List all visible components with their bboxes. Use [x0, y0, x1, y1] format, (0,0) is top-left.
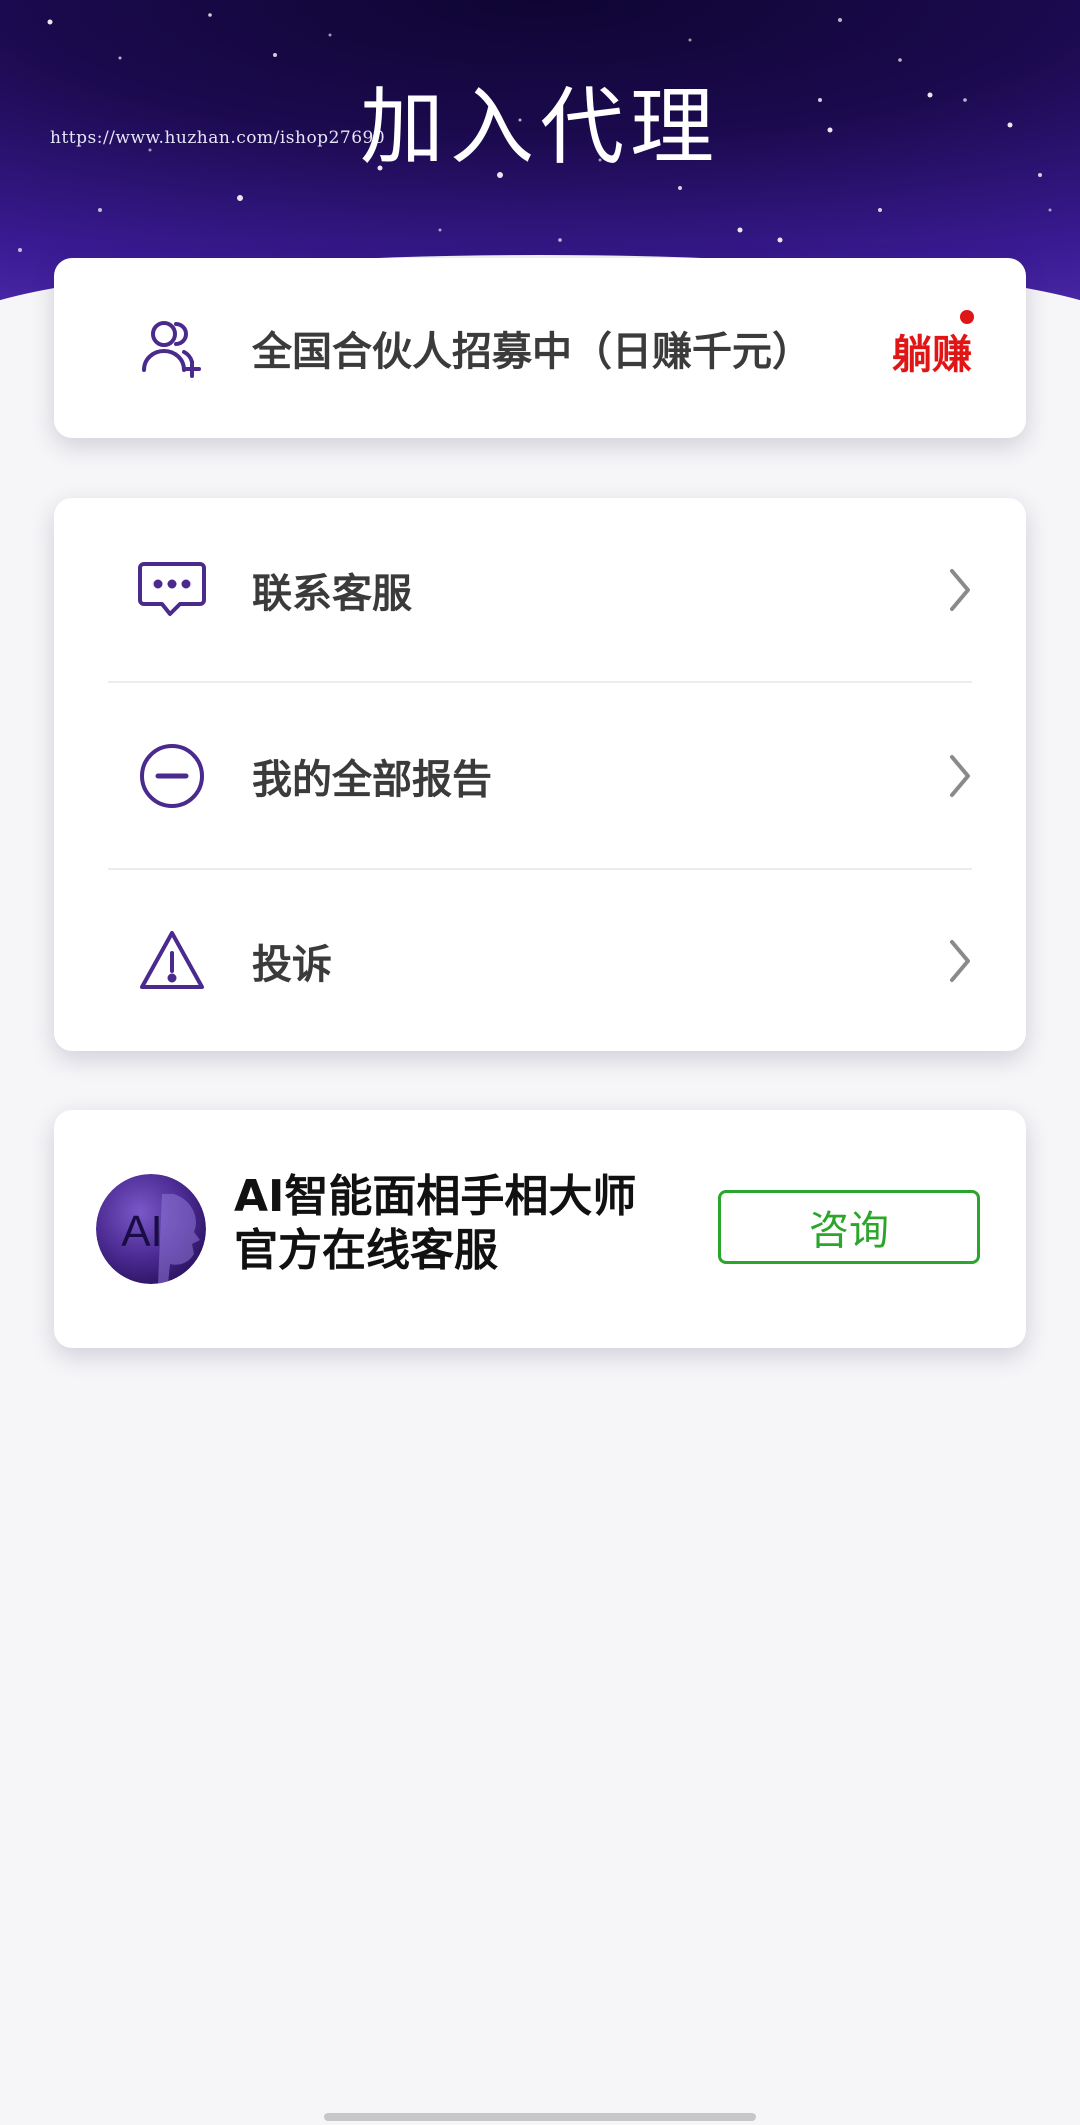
home-indicator[interactable] — [324, 2113, 756, 2121]
service-title-line1: AI智能面相手相大师 — [234, 1171, 637, 1222]
chevron-right-icon — [950, 939, 970, 982]
menu-item-complaint[interactable]: 投诉 — [108, 870, 972, 1051]
online-service-card: AI AI智能面相手相大师 官方在线客服 咨询 — [54, 1110, 1026, 1348]
menu-item-label: 我的全部报告 — [252, 756, 492, 803]
chat-bubble-icon — [138, 556, 206, 624]
page-title: 加入代理 — [359, 78, 720, 176]
menu-item-my-reports[interactable]: 我的全部报告 — [108, 683, 972, 868]
service-title-line2: 官方在线客服 — [234, 1225, 498, 1276]
add-user-icon — [138, 314, 206, 382]
menu-card: 联系客服 我的全部报告 投诉 — [54, 498, 1026, 1051]
consult-button[interactable]: 咨询 — [718, 1190, 980, 1264]
menu-item-label: 投诉 — [252, 941, 332, 988]
ai-avatar: AI — [96, 1174, 206, 1284]
menu-item-label: 联系客服 — [252, 571, 412, 617]
warning-icon — [138, 927, 206, 995]
service-title: AI智能面相手相大师 官方在线客服 — [234, 1170, 636, 1278]
notification-dot — [960, 310, 974, 324]
minus-circle-icon — [138, 742, 206, 810]
partner-recruit-card[interactable]: 全国合伙人招募中（日赚千元） 躺赚 — [54, 258, 1026, 438]
partner-recruit-label: 全国合伙人招募中（日赚千元） — [252, 329, 812, 375]
partner-recruit-row[interactable]: 全国合伙人招募中（日赚千元） 躺赚 — [108, 258, 974, 438]
earn-badge: 躺赚 — [892, 332, 972, 378]
menu-item-contact-service[interactable]: 联系客服 — [108, 498, 972, 682]
chevron-right-icon — [950, 569, 970, 611]
avatar-text: AI — [121, 1207, 163, 1256]
chevron-right-icon — [950, 754, 970, 797]
